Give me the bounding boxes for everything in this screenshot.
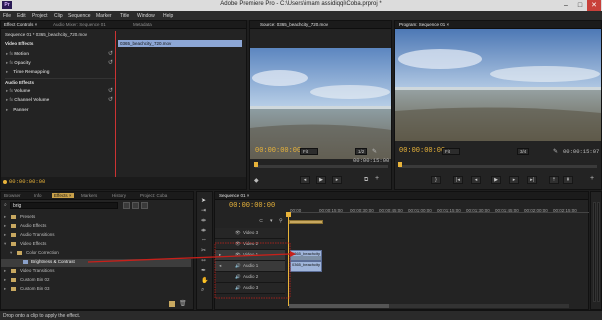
status-text: Drop onto a clip to apply the effect. xyxy=(3,313,81,319)
meter-left xyxy=(593,202,596,302)
highlight-box xyxy=(214,242,291,299)
drag-arrow-line xyxy=(87,253,291,263)
drag-arrow-overlay xyxy=(87,242,296,299)
drag-arrow-head xyxy=(290,251,296,257)
audio-meters xyxy=(590,191,602,310)
status-bar: Drop onto a clip to apply the effect. xyxy=(0,310,602,320)
meter-right xyxy=(597,202,600,302)
